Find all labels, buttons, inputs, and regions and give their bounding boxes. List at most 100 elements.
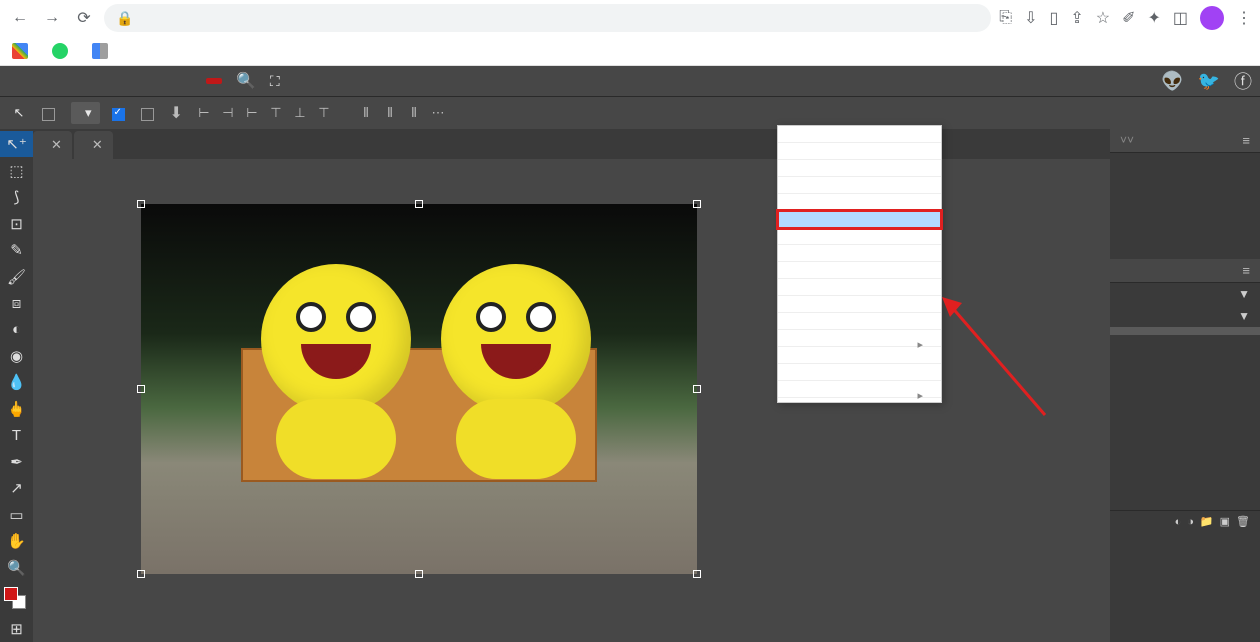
transform-handle[interactable] bbox=[415, 200, 423, 208]
transform-handle[interactable] bbox=[415, 570, 423, 578]
transform-handle[interactable] bbox=[693, 570, 701, 578]
menu-file[interactable] bbox=[8, 79, 16, 83]
lasso-tool[interactable]: ⟆ bbox=[0, 184, 33, 210]
document-tab[interactable]: ✕ bbox=[74, 131, 113, 159]
doc-icon[interactable]: ▯ bbox=[1050, 8, 1059, 28]
extensions-icon[interactable]: ✦ bbox=[1147, 8, 1160, 28]
menu-more[interactable] bbox=[184, 79, 192, 83]
align-bottom-icon[interactable]: ⊤ bbox=[315, 104, 333, 122]
transform-handle[interactable] bbox=[137, 385, 145, 393]
menu-window[interactable] bbox=[162, 79, 170, 83]
ctx-layer-style[interactable] bbox=[778, 330, 941, 347]
reddit-icon[interactable]: 👽 bbox=[1161, 71, 1183, 92]
star-icon[interactable]: ☆ bbox=[1096, 8, 1110, 28]
auto-select-checkbox[interactable] bbox=[42, 105, 59, 120]
back-button[interactable]: ← bbox=[8, 6, 32, 30]
crop-tool[interactable]: ⊡ bbox=[0, 210, 33, 236]
panel-menu-icon[interactable]: ≡ bbox=[1242, 133, 1250, 148]
menu-select[interactable] bbox=[96, 79, 104, 83]
close-icon[interactable]: ✕ bbox=[92, 137, 103, 153]
link-api[interactable] bbox=[1139, 79, 1147, 83]
blur-tool[interactable]: 💧 bbox=[0, 369, 33, 395]
marquee-tool[interactable]: ⬚ bbox=[0, 157, 33, 183]
align-right-icon[interactable]: ⊢ bbox=[243, 104, 261, 122]
gradient-tool[interactable]: ◉ bbox=[0, 343, 33, 369]
panel-menu-icon[interactable]: ≡ bbox=[1242, 263, 1250, 278]
ctx-color[interactable] bbox=[778, 381, 941, 398]
reload-button[interactable]: ⟳ bbox=[72, 6, 96, 30]
zoom-tool[interactable]: 🔍 bbox=[0, 555, 33, 581]
menu-layer[interactable] bbox=[74, 79, 82, 83]
menu-edit[interactable] bbox=[30, 79, 38, 83]
panel-row[interactable] bbox=[1110, 153, 1260, 161]
opacity-row[interactable]: ▼ bbox=[1110, 283, 1260, 305]
transform-handle[interactable] bbox=[693, 200, 701, 208]
forward-button[interactable]: → bbox=[40, 6, 64, 30]
fill-row[interactable]: ▼ bbox=[1110, 305, 1260, 327]
fullscreen-icon[interactable]: ⛶ bbox=[270, 73, 280, 90]
align-center-h-icon[interactable]: ⊣ bbox=[219, 104, 237, 122]
install-icon[interactable]: ⎘ bbox=[999, 9, 1012, 27]
ctx-delete[interactable] bbox=[778, 194, 941, 211]
account-button[interactable] bbox=[206, 78, 222, 84]
layer-row[interactable] bbox=[1110, 327, 1260, 335]
link-blog[interactable] bbox=[1117, 79, 1125, 83]
distribute-h-icon[interactable]: ⫴ bbox=[357, 104, 375, 122]
bookmark-gmail[interactable] bbox=[12, 43, 34, 59]
ctx-duplicate-layer[interactable] bbox=[778, 160, 941, 177]
menu-image[interactable] bbox=[52, 79, 60, 83]
ctx-convert-smart-object[interactable] bbox=[778, 211, 941, 228]
eyedropper-icon[interactable]: ✐ bbox=[1122, 8, 1135, 28]
panel-tab-layers[interactable]: ≡ bbox=[1110, 259, 1260, 283]
bookmark-whatsapp[interactable] bbox=[52, 43, 74, 59]
distances-checkbox[interactable] bbox=[141, 105, 158, 120]
kebab-menu-icon[interactable]: ⋮ bbox=[1236, 8, 1252, 28]
path-tool[interactable]: ↗ bbox=[0, 475, 33, 501]
link-about[interactable] bbox=[1051, 79, 1059, 83]
foreground-color[interactable] bbox=[4, 587, 18, 601]
delete-icon[interactable]: 🗑 bbox=[1236, 515, 1250, 528]
ctx-select-pixels[interactable] bbox=[778, 143, 941, 160]
share-icon[interactable]: ⇪ bbox=[1070, 8, 1083, 28]
align-top-icon[interactable]: ⊤ bbox=[267, 104, 285, 122]
align-left-icon[interactable]: ⊢ bbox=[195, 104, 213, 122]
eraser-tool[interactable]: ◐ bbox=[0, 316, 33, 342]
target-dropdown[interactable]: ▾ bbox=[71, 102, 100, 124]
document-tab[interactable]: ✕ bbox=[33, 131, 72, 159]
rectangle-tool[interactable]: ▭ bbox=[0, 502, 33, 528]
menu-view[interactable] bbox=[140, 79, 148, 83]
link-learn[interactable] bbox=[1095, 79, 1103, 83]
type-tool[interactable]: T bbox=[0, 422, 33, 448]
facebook-icon[interactable]: ⓕ bbox=[1234, 68, 1252, 94]
close-icon[interactable]: ✕ bbox=[51, 137, 62, 153]
distribute-v-icon[interactable]: ⫴ bbox=[381, 104, 399, 122]
panel-row[interactable] bbox=[1110, 161, 1260, 169]
quickmask-tool[interactable]: ⊞ bbox=[0, 616, 33, 642]
download-icon[interactable]: ⬇ bbox=[170, 103, 183, 123]
eyedropper-tool[interactable]: ✎ bbox=[0, 237, 33, 263]
url-bar[interactable]: 🔒 bbox=[104, 4, 991, 32]
transform-handle[interactable] bbox=[693, 385, 701, 393]
pen-tool[interactable]: ✒ bbox=[0, 449, 33, 475]
link-report-bug[interactable] bbox=[1073, 79, 1081, 83]
transform-handle[interactable] bbox=[137, 570, 145, 578]
more-options-icon[interactable]: ⋯ bbox=[429, 104, 447, 122]
panel-tab-top[interactable]: ˅˅ ≡ bbox=[1110, 129, 1260, 153]
sidepanel-icon[interactable]: ◫ bbox=[1173, 8, 1188, 28]
distribute-spacing-icon[interactable]: ⫴ bbox=[405, 104, 423, 122]
ctx-blending-options[interactable] bbox=[778, 126, 941, 143]
transform-controls-checkbox[interactable] bbox=[112, 105, 129, 120]
dodge-tool[interactable]: 🖕 bbox=[0, 396, 33, 422]
download-icon[interactable]: ⇩ bbox=[1024, 8, 1037, 28]
ctx-flatten-image[interactable] bbox=[778, 364, 941, 381]
twitter-icon[interactable]: 🐦 bbox=[1198, 71, 1220, 92]
search-icon[interactable]: 🔍 bbox=[236, 71, 256, 91]
hand-tool[interactable]: ✋ bbox=[0, 528, 33, 554]
brush-tool[interactable]: 🖌 bbox=[0, 263, 33, 289]
canvas-viewport[interactable] bbox=[33, 159, 1110, 642]
move-tool[interactable]: ↖⁺ bbox=[0, 131, 33, 157]
adjustment-icon[interactable]: ◑ bbox=[1187, 516, 1194, 528]
color-swatch[interactable] bbox=[0, 587, 33, 610]
clone-tool[interactable]: ⧈ bbox=[0, 290, 33, 316]
profile-badge[interactable] bbox=[1200, 6, 1224, 30]
